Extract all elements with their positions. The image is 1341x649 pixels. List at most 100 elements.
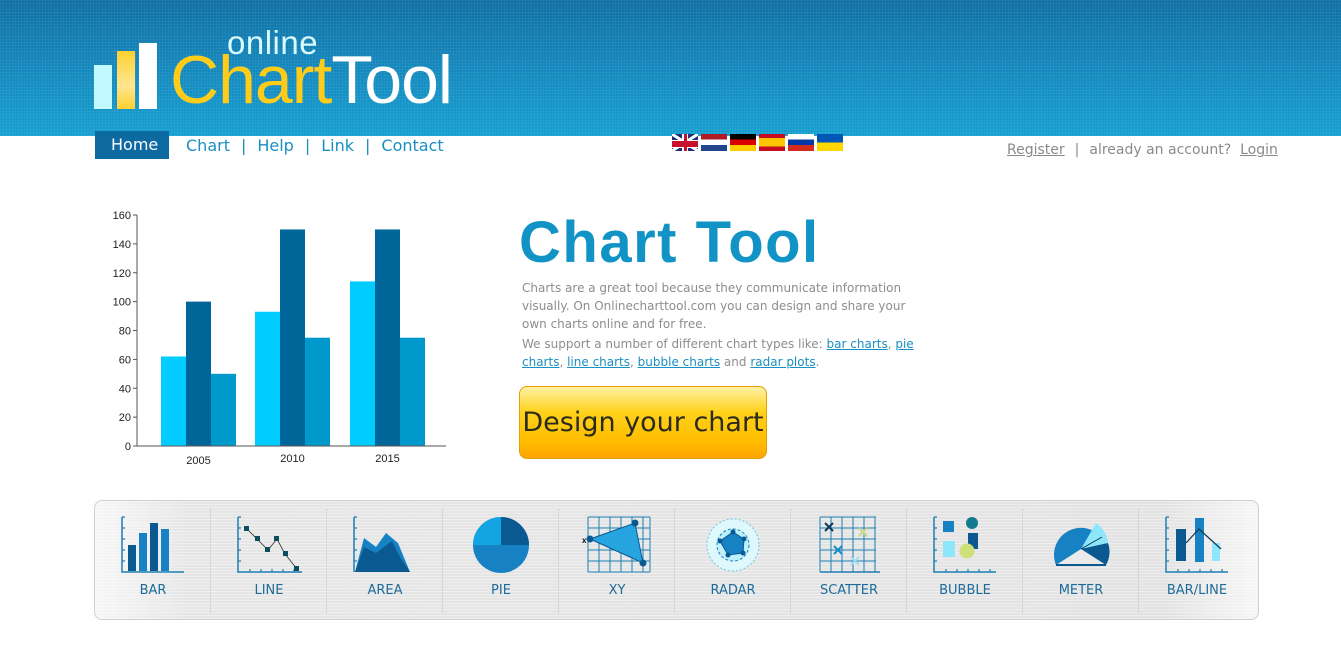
area-chart-icon [353, 516, 410, 572]
bar [255, 311, 280, 446]
y-tick-label: 80 [119, 326, 131, 338]
nav-chart[interactable]: Chart [186, 136, 230, 155]
y-tick-label: 40 [119, 383, 131, 395]
y-tick-label: 0 [125, 441, 131, 453]
bar-charts-link[interactable]: bar charts [827, 337, 888, 351]
bar [350, 281, 375, 446]
xy-chart-icon: x y [582, 516, 651, 575]
nav-help[interactable]: Help [257, 136, 293, 155]
and-text: and [720, 355, 751, 369]
chart-type-label: SCATTER [819, 583, 879, 598]
hero-paragraph: Charts are a great tool because they com… [522, 281, 906, 331]
chart-type-bar[interactable]: BAR [95, 501, 211, 619]
nav-contact[interactable]: Contact [381, 136, 443, 155]
logo-bar-icon [117, 51, 135, 109]
meter-chart-icon [1054, 523, 1110, 566]
chart-type-label: PIE [491, 583, 511, 598]
bar [186, 301, 211, 446]
period: . [815, 355, 820, 369]
demo-bar-chart: 0 20 40 60 80 100 120 140 160 2005 2010 2015 [113, 210, 446, 467]
radar-chart-icon [706, 518, 760, 572]
comma: , [630, 355, 638, 369]
account-separator: | [1074, 142, 1080, 158]
chart-type-label: XY [608, 583, 626, 598]
svg-text:x: x [582, 536, 587, 545]
nav-link[interactable]: Link [321, 136, 354, 155]
main-nav: Home Chart | Help | Link | Contact [95, 131, 444, 159]
y-axis: 0 20 40 60 80 100 120 140 160 [113, 210, 138, 453]
hero-description: Charts are a great tool because they com… [522, 279, 922, 373]
nav-separator: | [304, 135, 311, 155]
logo-tool-text: Tool [331, 42, 453, 118]
page-title: Chart Tool [519, 210, 820, 275]
y-tick-label: 60 [119, 354, 131, 366]
login-link[interactable]: Login [1240, 142, 1278, 158]
bars [161, 229, 425, 446]
radar-plots-link[interactable]: radar plots [750, 355, 815, 369]
hero-text-prefix: We support a number of different chart t… [522, 337, 827, 351]
bubble-charts-link[interactable]: bubble charts [638, 355, 720, 369]
x-axis: 2005 2010 2015 [137, 445, 446, 467]
bar [211, 373, 236, 446]
logo-chart-text: Chart [170, 42, 332, 118]
chart-type-label: METER [1058, 583, 1104, 598]
account-links: Register | already an account? Login [1007, 142, 1278, 158]
design-your-chart-button[interactable]: Design your chart [519, 386, 767, 459]
y-tick-label: 160 [113, 210, 131, 222]
uk-flag-icon[interactable] [672, 134, 698, 151]
scatter-chart-icon [819, 516, 880, 573]
bar [305, 337, 330, 446]
bar-chart-icon [121, 516, 184, 573]
bubble-chart-icon [933, 516, 996, 573]
site-logo[interactable]: online ChartTool [94, 24, 464, 114]
chart-type-label: BAR [139, 583, 167, 598]
line-chart-icon [237, 516, 302, 573]
bar [280, 229, 305, 446]
logo-bar-icon [94, 65, 112, 109]
chart-type-bar-line[interactable]: BAR/LINE [1139, 501, 1255, 619]
chart-type-bubble[interactable]: BUBBLE [907, 501, 1023, 619]
chart-type-scatter[interactable]: SCATTER [791, 501, 907, 619]
bar [400, 337, 425, 446]
x-tick-label: 2010 [280, 453, 304, 465]
chart-type-radar[interactable]: RADAR [675, 501, 791, 619]
germany-flag-icon[interactable] [730, 134, 756, 151]
x-tick-label: 2015 [375, 453, 399, 465]
bar [161, 356, 186, 446]
hero-chart-types-paragraph: We support a number of different chart t… [522, 335, 922, 371]
comma: , [559, 355, 568, 369]
y-tick-label: 20 [119, 412, 131, 424]
chart-type-meter[interactable]: METER [1023, 501, 1139, 619]
y-tick-label: 140 [113, 239, 131, 251]
svg-text:y: y [615, 573, 620, 575]
logo-bar-icon [139, 43, 157, 109]
russia-flag-icon[interactable] [788, 134, 814, 151]
chart-type-label: BUBBLE [939, 583, 991, 598]
logo-wordmark: ChartTool [170, 46, 453, 114]
chart-type-area[interactable]: AREA [327, 501, 443, 619]
x-tick-label: 2005 [186, 455, 210, 467]
chart-type-xy[interactable]: x y XY [559, 501, 675, 619]
nav-separator: | [240, 135, 247, 155]
account-prompt: already an account? [1089, 142, 1232, 158]
chart-type-gallery: BAR LINE AREA PIE x XY RADAR SCATTER BUB… [94, 500, 1259, 620]
ukraine-flag-icon[interactable] [817, 134, 843, 151]
chart-type-label: AREA [367, 583, 403, 598]
nav-separator: | [365, 135, 371, 155]
chart-type-label: RADAR [710, 583, 756, 598]
pie-chart-icon [473, 517, 529, 573]
nav-home[interactable]: Home [95, 131, 169, 159]
netherlands-flag-icon[interactable] [701, 134, 727, 151]
chart-type-label: LINE [254, 583, 284, 598]
bar-line-chart-icon [1165, 516, 1228, 573]
y-tick-label: 100 [113, 297, 131, 309]
bar [375, 229, 400, 446]
register-link[interactable]: Register [1007, 142, 1065, 158]
line-charts-link[interactable]: line charts [567, 355, 630, 369]
spain-flag-icon[interactable] [759, 134, 785, 151]
chart-type-line[interactable]: LINE [211, 501, 327, 619]
language-selector [672, 134, 843, 151]
chart-type-label: BAR/LINE [1166, 583, 1228, 598]
y-tick-label: 120 [113, 268, 131, 280]
chart-type-pie[interactable]: PIE [443, 501, 559, 619]
